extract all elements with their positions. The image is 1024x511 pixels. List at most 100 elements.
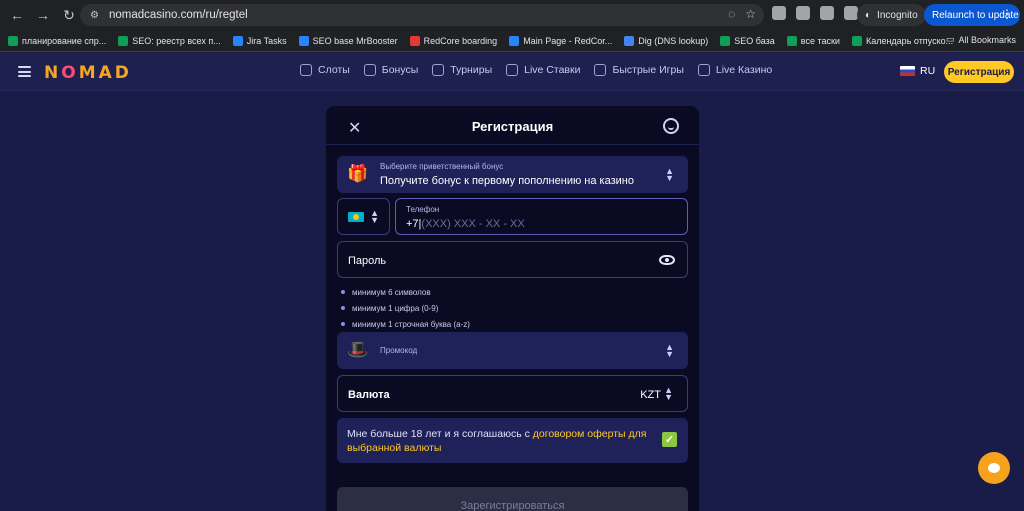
- nav-item-label: Быстрые Игры: [612, 64, 684, 76]
- back-icon[interactable]: ←: [6, 4, 28, 26]
- bookmark-label: планирование спр...: [22, 35, 107, 46]
- chevron-updown-icon: ▲ ▼: [370, 207, 379, 225]
- bonus-select[interactable]: 🎁 Выберите приветственный бонус Получите…: [337, 156, 688, 193]
- reload-icon[interactable]: ↻: [58, 4, 80, 26]
- main-nav: Слоты Бонусы Турниры Live Ставки Быстрые Игр…: [300, 64, 772, 76]
- phone-input[interactable]: +7|(XXX) XXX - XX - XX: [406, 218, 525, 230]
- bookmark-item[interactable]: Dig (DNS lookup): [624, 35, 709, 46]
- incognito-label: Incognito: [877, 9, 918, 21]
- all-bookmarks[interactable]: ▭ All Bookmarks: [946, 34, 1016, 45]
- submit-button[interactable]: Зарегистрироваться: [337, 487, 688, 511]
- bookmark-star-icon[interactable]: ☆: [745, 7, 756, 21]
- extension-icon[interactable]: [796, 6, 810, 20]
- password-placeholder: Пароль: [348, 255, 387, 267]
- agreement-text: Мне больше 18 лет и я соглашаюсь с догов…: [347, 427, 647, 455]
- bookmark-item[interactable]: RedCore boarding: [409, 35, 498, 46]
- bookmark-favicon-icon: [720, 35, 731, 46]
- nav-item-label: Live Казино: [715, 64, 773, 76]
- bookmark-item[interactable]: все таски: [786, 35, 840, 46]
- bookmark-item[interactable]: Main Page - RedCor...: [509, 35, 612, 46]
- chat-icon[interactable]: [978, 452, 1010, 484]
- password-rule-text: минимум 6 символов: [352, 287, 431, 297]
- cards-icon: [697, 64, 710, 76]
- support-icon[interactable]: [663, 118, 679, 134]
- password-field[interactable]: Пароль: [337, 241, 688, 278]
- chevron-updown-icon: ▲ ▼: [664, 384, 673, 402]
- promo-code-select[interactable]: 🎩 Промокод ▲ ▼: [337, 332, 688, 369]
- password-rule: минимум 1 цифра (0-9): [341, 300, 470, 316]
- phone-field[interactable]: Телефон +7|(XXX) XXX - XX - XX: [395, 198, 688, 235]
- bookmark-item[interactable]: планирование спр...: [8, 35, 107, 46]
- phone-prefix: +7: [406, 218, 419, 230]
- password-rules: минимум 6 символов минимум 1 цифра (0-9) м…: [341, 284, 470, 332]
- browser-toolbar: ← → ↻ ⚙ nomadcasino.com/ru/regtel ◌ ☆ ◐ …: [0, 0, 1024, 30]
- relaunch-button[interactable]: Relaunch to update ⋮: [924, 4, 1020, 26]
- nav-item[interactable]: Live Казино: [697, 64, 773, 76]
- bookmark-label: SEO base MrBooster: [312, 35, 398, 46]
- russia-flag-icon: [900, 66, 915, 76]
- bookmark-item[interactable]: Календарь отпуско...: [851, 35, 953, 46]
- slots-icon: [300, 64, 312, 76]
- address-bar[interactable]: ⚙ nomadcasino.com/ru/regtel ◌ ☆: [80, 4, 764, 26]
- eye-off-icon[interactable]: ◌: [728, 7, 735, 21]
- agreement-checkbox[interactable]: ✓: [662, 432, 677, 447]
- bullet-icon: [341, 290, 345, 294]
- language-switcher[interactable]: RU: [900, 65, 935, 77]
- bullet-icon: [341, 306, 345, 310]
- sidebar-icon[interactable]: [844, 6, 858, 20]
- header-register-button[interactable]: Регистрация: [944, 61, 1014, 83]
- agreement-text-part: Мне больше 18 лет и я соглашаюсь с: [347, 428, 533, 440]
- nav-item[interactable]: Live Ставки: [506, 64, 580, 76]
- more-icon[interactable]: ⋮: [1001, 7, 1013, 21]
- nav-item[interactable]: Быстрые Игры: [594, 64, 684, 76]
- bookmark-label: RedCore boarding: [423, 35, 498, 46]
- all-bookmarks-label: All Bookmarks: [958, 34, 1016, 45]
- bookmark-favicon-icon: [624, 35, 635, 46]
- incognito-icon: ◐: [865, 9, 872, 21]
- logo-part: MAD: [78, 63, 132, 83]
- live-bets-icon: [506, 64, 519, 76]
- bookmark-item[interactable]: SEO база: [720, 35, 775, 46]
- nav-item[interactable]: Бонусы: [363, 64, 418, 76]
- bookmark-item[interactable]: SEO base MrBooster: [298, 35, 398, 46]
- bookmark-label: все таски: [800, 35, 840, 46]
- magic-hat-icon: 🎩: [347, 340, 369, 359]
- bookmark-label: SEO: реестр всех п...: [132, 35, 221, 46]
- bonus-label: Выберите приветственный бонус: [380, 162, 504, 171]
- currency-value: KZT: [640, 389, 661, 401]
- gift-icon: [363, 64, 376, 76]
- agreement-box: Мне больше 18 лет и я соглашаюсь с догов…: [337, 418, 688, 463]
- menu-icon[interactable]: [18, 66, 31, 77]
- phone-label: Телефон: [406, 205, 440, 214]
- bookmark-favicon-icon: [118, 35, 129, 46]
- language-label: RU: [920, 65, 936, 77]
- bookmark-item[interactable]: Jira Tasks: [232, 35, 287, 46]
- nav-item[interactable]: Слоты: [300, 64, 350, 76]
- bookmark-favicon-icon: [786, 35, 797, 46]
- country-code-select[interactable]: ▲ ▼: [337, 198, 390, 235]
- logo[interactable]: NOMAD: [44, 63, 132, 83]
- eye-icon[interactable]: [659, 255, 675, 265]
- bookmark-item[interactable]: SEO: реестр всех п...: [118, 35, 221, 46]
- password-rule-text: минимум 1 строчная буква (a-z): [352, 319, 470, 329]
- nav-item-label: Турниры: [450, 64, 493, 76]
- bookmark-label: SEO база: [734, 35, 775, 46]
- bookmark-favicon-icon: [851, 35, 862, 46]
- puzzle-icon[interactable]: [820, 6, 834, 20]
- forward-icon[interactable]: →: [32, 4, 54, 26]
- nav-item[interactable]: Турниры: [432, 64, 492, 76]
- bookmark-favicon-icon: [509, 35, 520, 46]
- site-info-icon[interactable]: ⚙: [90, 10, 99, 21]
- bullet-icon: [341, 322, 345, 326]
- bookmark-favicon-icon: [8, 35, 18, 46]
- submit-label: Зарегистрироваться: [460, 500, 565, 511]
- bookmark-label: Dig (DNS lookup): [638, 35, 709, 46]
- registration-modal: ✕ Регистрация 🎁 Выберите приветственный …: [326, 106, 699, 511]
- incognito-badge[interactable]: ◐ Incognito: [857, 4, 926, 26]
- logo-part: N: [44, 63, 62, 83]
- password-rule: минимум 6 символов: [341, 284, 470, 300]
- bookmark-label: Jira Tasks: [246, 35, 287, 46]
- site-header: NOMAD Слоты Бонусы Турниры Live Ставки Быстр…: [0, 53, 1024, 91]
- extension-icon[interactable]: [772, 6, 786, 20]
- currency-select[interactable]: Валюта KZT ▲ ▼: [337, 375, 688, 412]
